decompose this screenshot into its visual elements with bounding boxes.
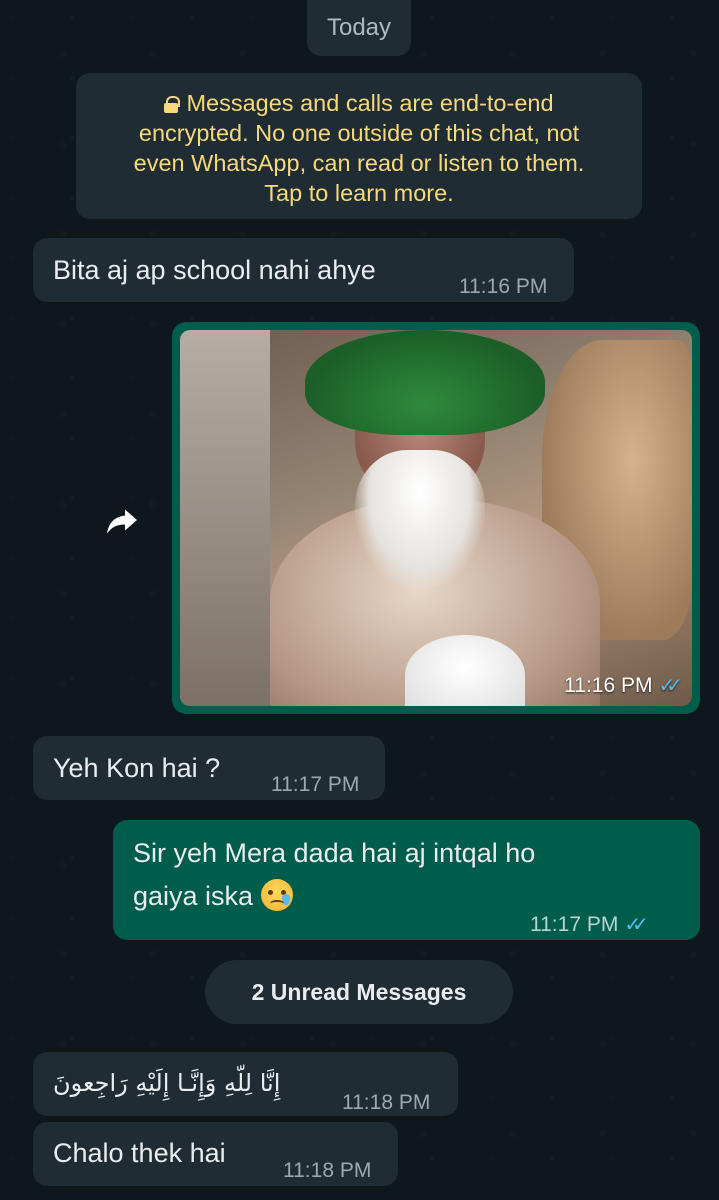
message-bubble-incoming[interactable]: Chalo thek hai 11:18 PM bbox=[33, 1122, 398, 1186]
lock-icon bbox=[164, 96, 181, 113]
read-receipt-icon: ✓✓ bbox=[624, 914, 648, 936]
message-bubble-incoming[interactable]: إِنَّا لِلّهِ وَإِنَّـا إِلَيْهِ رَاجِعو… bbox=[33, 1052, 458, 1116]
chat-background: Today Messages and calls are end-to-end … bbox=[0, 0, 719, 1200]
message-text-line-2-text: gaiya iska bbox=[133, 881, 254, 911]
image-time: 11:16 PM ✓✓ bbox=[564, 673, 683, 698]
message-text: Bita aj ap school nahi ahye bbox=[53, 255, 376, 285]
image-message[interactable]: 11:16 PM ✓✓ bbox=[172, 322, 700, 714]
message-time: 11:17 PM ✓✓ bbox=[530, 906, 649, 944]
message-bubble-incoming[interactable]: Yeh Kon hai ? 11:17 PM bbox=[33, 736, 385, 800]
message-text: Chalo thek hai bbox=[53, 1138, 226, 1168]
unread-messages-divider: 2 Unread Messages bbox=[205, 960, 513, 1024]
message-time: 11:16 PM bbox=[459, 275, 548, 298]
message-text: إِنَّا لِلّهِ وَإِنَّـا إِلَيْهِ رَاجِعو… bbox=[53, 1069, 281, 1097]
encryption-notice-line-3: even WhatsApp, can read or listen to the… bbox=[133, 150, 585, 176]
message-text-line-2: gaiya iska bbox=[133, 877, 293, 915]
message-time: 11:18 PM bbox=[283, 1159, 372, 1182]
encryption-notice-line-2: encrypted. No one outside of this chat, … bbox=[138, 120, 580, 146]
message-bubble-incoming[interactable]: Bita aj ap school nahi ahye 11:16 PM bbox=[33, 238, 574, 302]
message-time-text: 11:17 PM bbox=[530, 913, 619, 936]
image-time-text: 11:16 PM bbox=[564, 674, 653, 697]
message-text-line-1: Sir yeh Mera dada hai aj intqal ho bbox=[133, 838, 536, 868]
message-time: 11:17 PM bbox=[271, 773, 360, 796]
message-time: 11:18 PM bbox=[342, 1091, 431, 1114]
message-text: Yeh Kon hai ? bbox=[53, 753, 221, 783]
crying-face-icon bbox=[260, 879, 293, 911]
forward-icon[interactable] bbox=[104, 502, 140, 538]
date-divider: Today bbox=[307, 0, 411, 56]
read-receipt-icon: ✓✓ bbox=[658, 675, 682, 697]
encryption-notice-line-4: Tap to learn more. bbox=[264, 180, 454, 206]
message-bubble-outgoing[interactable]: Sir yeh Mera dada hai aj intqal ho gaiya… bbox=[113, 820, 700, 940]
encryption-notice-line-1: Messages and calls are end-to-end bbox=[76, 88, 642, 118]
photo-thumbnail[interactable]: 11:16 PM ✓✓ bbox=[180, 330, 692, 706]
encryption-notice[interactable]: Messages and calls are end-to-end encryp… bbox=[76, 73, 642, 219]
encryption-text-1: Messages and calls are end-to-end bbox=[186, 90, 554, 116]
